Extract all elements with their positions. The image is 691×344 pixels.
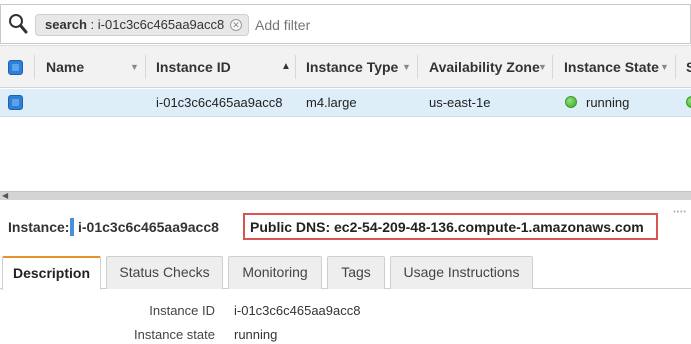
column-header-truncated[interactable]: S: [686, 46, 691, 88]
table-row[interactable]: i-01c3c6c465aa9acc8 m4.large us-east-1e …: [0, 89, 691, 117]
column-header-instance-state[interactable]: Instance State: [564, 46, 659, 88]
pane-splitter[interactable]: [0, 191, 691, 200]
tab-monitoring[interactable]: Monitoring: [228, 256, 322, 289]
field-label-instance-id: Instance ID: [149, 303, 215, 318]
search-filter-chip[interactable]: search : i-01c3c6c465aa9acc8 ✕: [35, 14, 249, 36]
tab-usage-instructions[interactable]: Usage Instructions: [390, 256, 533, 289]
field-value-instance-id: i-01c3c6c465aa9acc8: [234, 303, 361, 318]
sort-down-icon[interactable]: ▼: [402, 46, 411, 88]
column-divider: [145, 55, 146, 79]
tab-status-checks[interactable]: Status Checks: [106, 256, 223, 289]
instance-label: Instance:: [8, 219, 70, 235]
running-status-icon: [565, 96, 577, 108]
cell-instance-type: m4.large: [306, 95, 357, 110]
scroll-left-icon[interactable]: ◀: [2, 192, 8, 200]
cell-instance-state: running: [586, 95, 630, 110]
column-divider: [552, 55, 553, 79]
row-checkbox[interactable]: [8, 95, 23, 110]
resize-grip-icon[interactable]: ••••: [673, 209, 687, 216]
table-header: Name ▼ Instance ID ▲ Instance Type ▼ Ava…: [0, 45, 691, 88]
select-all-checkbox[interactable]: [8, 60, 23, 75]
instance-id-heading: i-01c3c6c465aa9acc8: [78, 219, 219, 235]
column-divider: [675, 55, 676, 79]
cell-instance-id: i-01c3c6c465aa9acc8: [156, 95, 283, 110]
selection-marker: [70, 218, 74, 236]
filter-bar[interactable]: search : i-01c3c6c465aa9acc8 ✕: [0, 4, 691, 44]
column-divider: [417, 55, 418, 79]
field-label-instance-state: Instance state: [134, 327, 215, 342]
sort-down-icon[interactable]: ▼: [130, 46, 139, 88]
sort-down-icon[interactable]: ▼: [660, 46, 669, 88]
search-icon: [9, 14, 28, 34]
column-header-availability-zone[interactable]: Availability Zone: [429, 46, 540, 88]
filter-value: i-01c3c6c465aa9acc8: [97, 17, 225, 32]
tab-description[interactable]: Description: [2, 256, 101, 290]
column-divider: [295, 55, 296, 79]
column-divider: [34, 55, 35, 79]
add-filter-input[interactable]: [255, 15, 455, 35]
tab-tags[interactable]: Tags: [327, 256, 385, 289]
column-header-instance-id[interactable]: Instance ID: [156, 46, 231, 88]
field-value-instance-state: running: [234, 327, 278, 342]
status-check-icon: [686, 96, 691, 108]
cell-availability-zone: us-east-1e: [429, 95, 491, 110]
remove-filter-icon[interactable]: ✕: [230, 19, 242, 31]
column-header-instance-type[interactable]: Instance Type: [306, 46, 398, 88]
column-header-name[interactable]: Name: [46, 46, 84, 88]
sort-up-icon[interactable]: ▲: [281, 46, 291, 88]
public-dns: Public DNS: ec2-54-209-48-136.compute-1.…: [250, 219, 644, 235]
filter-key: search: [45, 17, 87, 32]
filter-separator: :: [86, 17, 98, 32]
sort-down-icon[interactable]: ▼: [538, 46, 547, 88]
